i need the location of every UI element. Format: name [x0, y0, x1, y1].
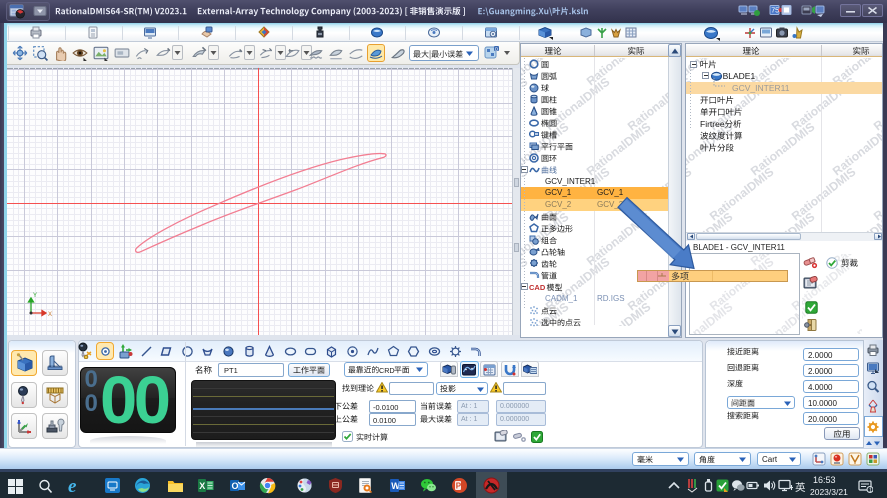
svg-text:X: X [199, 481, 205, 491]
svg-text:O: O [232, 481, 239, 491]
svg-text:Y: Y [33, 293, 37, 299]
svg-text:X: X [48, 312, 52, 318]
svg-text:e: e [68, 477, 77, 494]
svg-text:CAD: CAD [529, 283, 546, 292]
svg-text:P: P [456, 482, 462, 491]
